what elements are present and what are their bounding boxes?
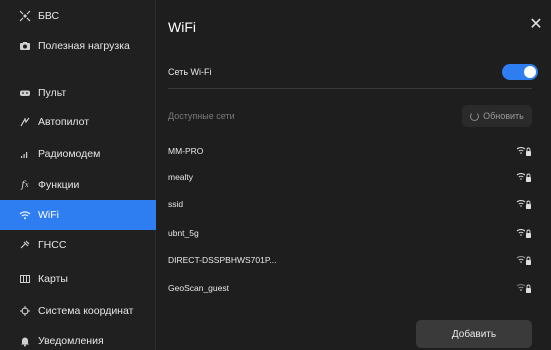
wifi-lock-icon bbox=[516, 171, 532, 183]
network-item[interactable]: ubnt_5g bbox=[168, 220, 532, 246]
network-name: ssid bbox=[168, 199, 184, 209]
autopilot-icon bbox=[18, 115, 32, 129]
wifi-toggle-row: Сеть Wi-Fi bbox=[168, 62, 538, 82]
map-icon bbox=[18, 272, 32, 286]
sidebar-item-autopilot[interactable]: Автопилот bbox=[0, 107, 156, 137]
network-name: MM-PRO bbox=[168, 146, 204, 156]
refresh-spinner-icon bbox=[470, 111, 480, 121]
sidebar-item-label: Система координат bbox=[38, 305, 134, 317]
divider bbox=[168, 88, 532, 89]
sidebar-item-radiomodem[interactable]: Радиомодем bbox=[0, 139, 156, 169]
wifi-toggle[interactable] bbox=[502, 64, 538, 80]
sidebar-item-functions[interactable]: fx Функции bbox=[0, 170, 156, 200]
close-icon[interactable]: ✕ bbox=[527, 16, 545, 34]
wifi-lock-icon bbox=[516, 145, 532, 157]
wifi-lock-icon bbox=[516, 198, 532, 210]
sidebar-item-label: Уведомления bbox=[38, 335, 104, 347]
sidebar-item-label: WiFi bbox=[38, 209, 59, 221]
network-name: GeoScan_guest bbox=[168, 283, 229, 293]
sidebar-item-wifi[interactable]: WiFi bbox=[0, 200, 156, 230]
sidebar-item-label: Карты bbox=[38, 273, 68, 285]
refresh-button[interactable]: Обновить bbox=[462, 105, 532, 127]
wifi-lock-icon bbox=[516, 227, 532, 239]
sidebar-item-label: Радиомодем bbox=[38, 148, 101, 160]
main-panel: WiFi ✕ Сеть Wi-Fi Доступные сети Обновит… bbox=[156, 0, 551, 350]
network-item[interactable]: mealty bbox=[168, 164, 532, 190]
available-networks-label: Доступные сети bbox=[168, 111, 235, 121]
network-name: mealty bbox=[168, 172, 194, 182]
gamepad-icon bbox=[18, 86, 32, 100]
network-item[interactable]: MM-PRO bbox=[168, 138, 532, 164]
drone-icon bbox=[18, 9, 32, 23]
crosshair-icon bbox=[18, 304, 32, 318]
signal-bars-icon bbox=[18, 147, 32, 161]
wifi-lock-icon bbox=[516, 254, 532, 266]
sidebar-item-label: ГНСС bbox=[38, 239, 67, 251]
network-item[interactable]: DIRECT-DSSPBHWS701P... bbox=[168, 247, 532, 273]
toggle-knob bbox=[524, 66, 536, 78]
sidebar: БВС Полезная нагрузка Пульт Автопилот Ра… bbox=[0, 0, 156, 350]
sidebar-item-payload[interactable]: Полезная нагрузка bbox=[0, 31, 156, 61]
sidebar-item-label: Полезная нагрузка bbox=[38, 40, 130, 52]
refresh-button-label: Обновить bbox=[483, 111, 524, 121]
sidebar-item-label: БВС bbox=[38, 10, 60, 22]
satellite-icon bbox=[18, 238, 32, 252]
page-title: WiFi bbox=[168, 19, 196, 35]
wifi-toggle-label: Сеть Wi-Fi bbox=[168, 67, 212, 77]
network-item[interactable]: GeoScan_guest bbox=[168, 275, 532, 301]
wifi-icon bbox=[18, 208, 32, 222]
network-name: ubnt_5g bbox=[168, 228, 199, 238]
wifi-lock-icon bbox=[516, 282, 532, 294]
sidebar-item-gnss[interactable]: ГНСС bbox=[0, 230, 156, 260]
camera-icon bbox=[18, 39, 32, 53]
sidebar-item-label: Автопилот bbox=[38, 116, 90, 128]
sidebar-item-bvs[interactable]: БВС bbox=[0, 1, 156, 31]
sidebar-item-maps[interactable]: Карты bbox=[0, 264, 156, 294]
available-networks-row: Доступные сети Обновить bbox=[168, 104, 532, 128]
sidebar-item-notifications[interactable]: Уведомления bbox=[0, 326, 156, 350]
function-icon: fx bbox=[21, 179, 29, 191]
sidebar-item-label: Функции bbox=[38, 179, 80, 191]
sidebar-item-label: Пульт bbox=[38, 87, 67, 99]
network-name: DIRECT-DSSPBHWS701P... bbox=[168, 255, 277, 265]
add-network-button[interactable]: Добавить bbox=[416, 320, 532, 348]
bell-icon bbox=[18, 334, 32, 348]
sidebar-item-coordinate-system[interactable]: Система координат bbox=[0, 296, 156, 326]
network-item[interactable]: ssid bbox=[168, 191, 532, 217]
